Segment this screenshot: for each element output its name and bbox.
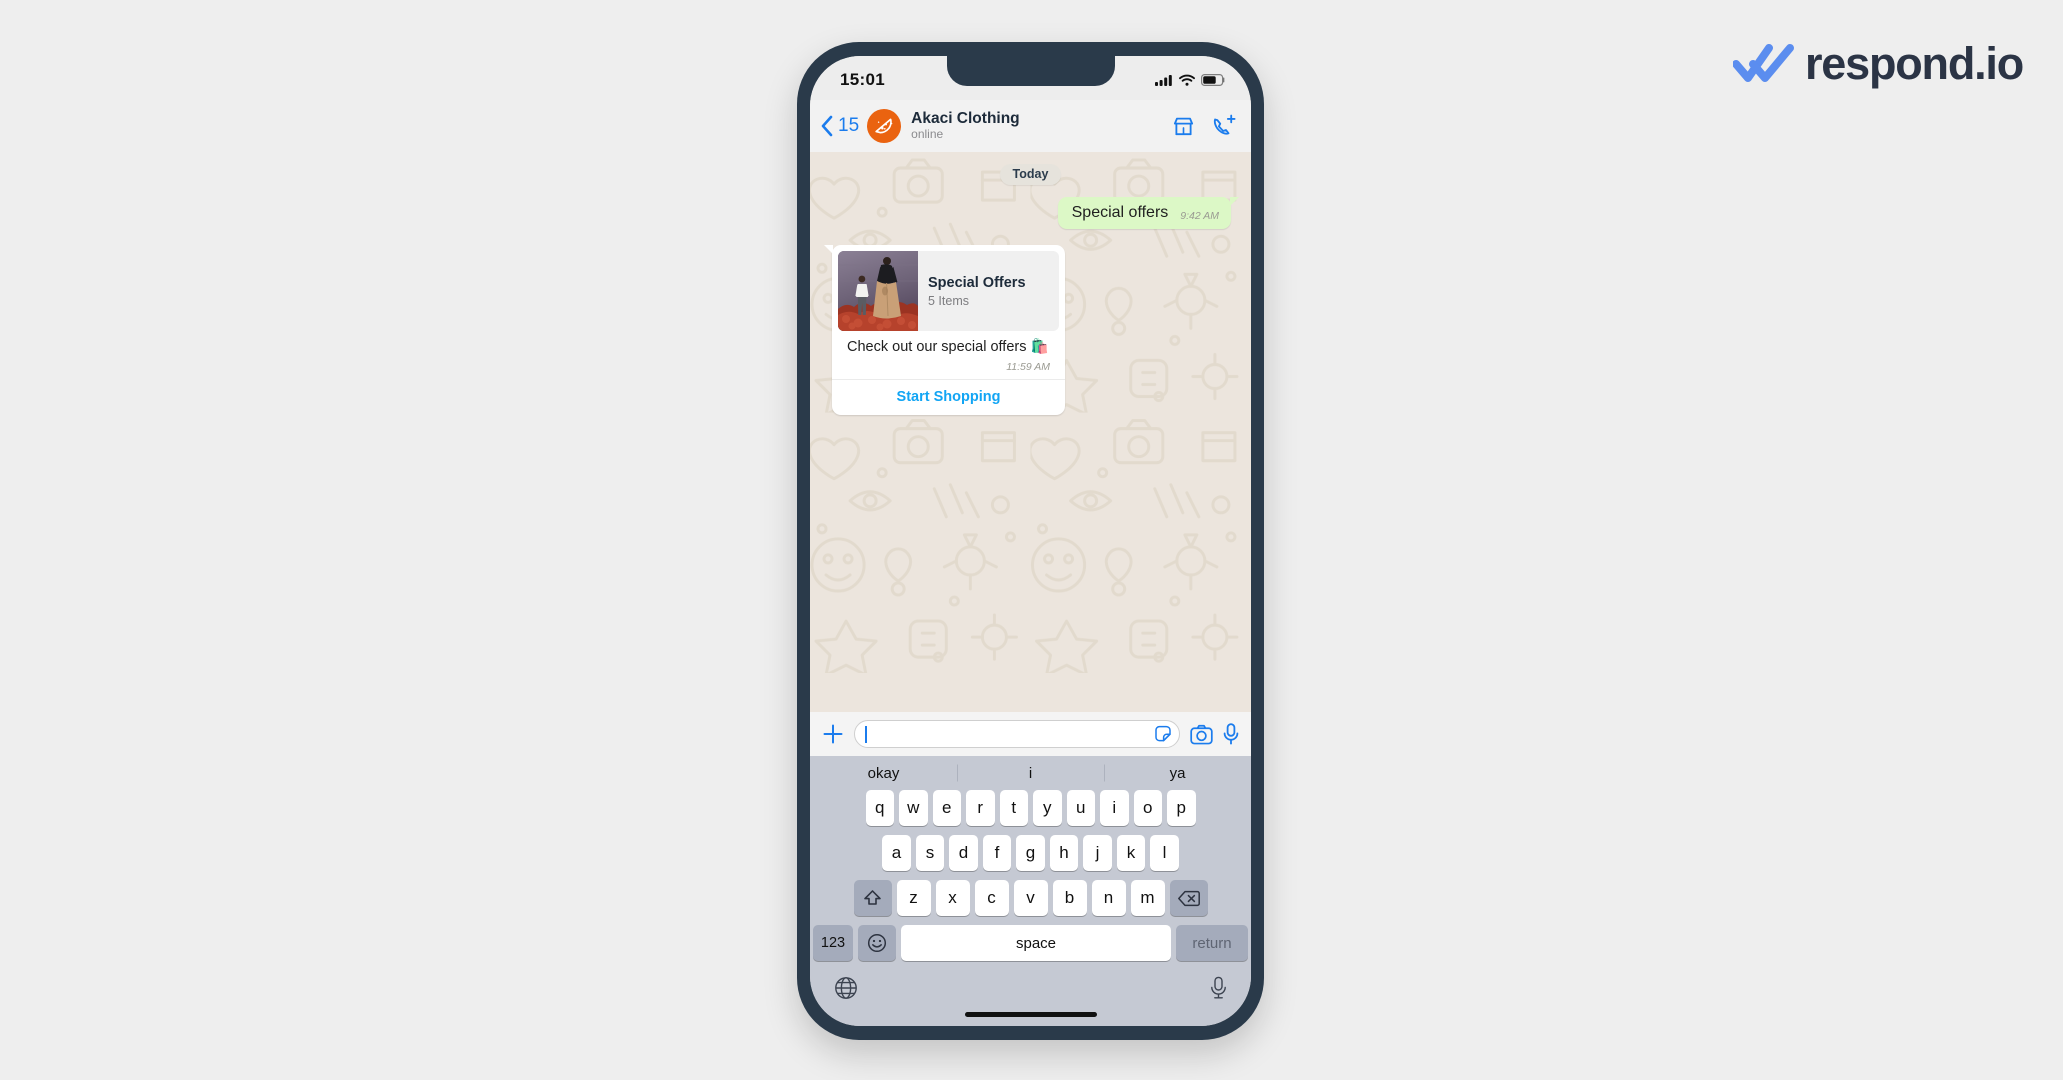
incoming-message-row: Special Offers 5 Items Check out our spe… <box>822 229 1239 415</box>
phone-notch <box>946 56 1115 86</box>
outgoing-message-bubble[interactable]: Special offers 9:42 AM <box>1057 197 1240 229</box>
key-h[interactable]: h <box>1049 835 1079 871</box>
catalog-card-body: Special Offers 5 Items Check out our spe… <box>832 245 1065 379</box>
key-t[interactable]: t <box>999 790 1028 826</box>
catalog-message-time: 11:59 AM <box>1006 360 1050 373</box>
suggestion-1[interactable]: okay <box>810 765 957 782</box>
catalog-time-row: 11:59 AM <box>838 361 1059 379</box>
catalog-meta: Special Offers 5 Items <box>918 251 1059 331</box>
fashion-models-photo <box>838 251 918 331</box>
unread-count: 15 <box>838 115 860 136</box>
catalog-caption-row: Check out our special offers 🛍️ <box>838 331 1059 361</box>
catalog-item-count: 5 Items <box>928 294 969 309</box>
brand-name: respond.io <box>1804 37 2024 89</box>
header-actions <box>1171 113 1237 139</box>
plus-icon[interactable] <box>822 723 844 745</box>
catalog-message-card[interactable]: Special Offers 5 Items Check out our spe… <box>824 245 1065 415</box>
text-cursor <box>865 725 867 743</box>
home-indicator <box>964 1012 1097 1017</box>
battery-icon <box>1201 74 1225 86</box>
emoji-key[interactable] <box>858 925 896 961</box>
back-button[interactable]: 15 <box>820 114 859 138</box>
emoji-smiley-icon <box>867 933 887 953</box>
key-u[interactable]: u <box>1066 790 1095 826</box>
respond-io-logo: respond.io <box>1732 37 2024 89</box>
key-j[interactable]: j <box>1083 835 1112 871</box>
catalog-preview[interactable]: Special Offers 5 Items <box>838 251 1059 331</box>
message-input-field[interactable] <box>854 720 1180 748</box>
phone-device-frame: 15:01 15 Akaci Clothing online Today Spe… <box>797 42 1264 1040</box>
status-bar-time: 15:01 <box>840 70 885 89</box>
key-b[interactable]: b <box>1052 880 1087 916</box>
key-x[interactable]: x <box>935 880 970 916</box>
keyboard-suggestion-bar: okay i ya <box>810 756 1251 790</box>
key-e[interactable]: e <box>932 790 961 826</box>
key-o[interactable]: o <box>1133 790 1162 826</box>
status-bar-icons <box>1155 74 1225 86</box>
key-w[interactable]: w <box>899 790 928 826</box>
outgoing-message-text: Special offers <box>1071 204 1169 221</box>
contact-status: online <box>911 127 944 141</box>
sticker-icon[interactable] <box>1153 724 1173 744</box>
contact-info[interactable]: Akaci Clothing online <box>911 110 1171 142</box>
key-m[interactable]: m <box>1130 880 1165 916</box>
key-r[interactable]: r <box>966 790 995 826</box>
start-shopping-button[interactable]: Start Shopping <box>832 378 1065 415</box>
outgoing-message-row: Special offers 9:42 AM <box>822 197 1240 229</box>
chat-header: 15 Akaci Clothing online <box>810 100 1251 152</box>
phone-add-icon[interactable] <box>1210 113 1237 139</box>
catalog-thumbnail <box>838 251 918 331</box>
pizza-slice-icon <box>875 118 893 134</box>
key-s[interactable]: s <box>915 835 945 871</box>
key-i[interactable]: i <box>1100 790 1129 826</box>
key-d[interactable]: d <box>949 835 978 871</box>
contact-name: Akaci Clothing <box>911 110 1020 128</box>
shift-up-icon <box>864 890 881 905</box>
message-input-bar <box>810 712 1251 756</box>
keyboard-row-3: z x c v b n m <box>810 880 1251 916</box>
catalog-caption: Check out our special offers 🛍️ <box>847 339 1049 355</box>
key-g[interactable]: g <box>1016 835 1045 871</box>
avatar[interactable] <box>867 109 902 143</box>
keyboard-row-2: a s d f g h j k l <box>810 835 1251 871</box>
return-key[interactable]: return <box>1176 925 1248 961</box>
wifi-icon <box>1179 74 1195 86</box>
key-v[interactable]: v <box>1013 880 1048 916</box>
key-c[interactable]: c <box>974 880 1009 916</box>
space-key[interactable]: space <box>901 925 1171 961</box>
key-q[interactable]: q <box>865 790 894 826</box>
date-separator-row: Today <box>822 164 1239 185</box>
microphone-icon[interactable] <box>1223 723 1239 745</box>
keyboard-row-1: q w e r t y u i o p <box>810 790 1251 826</box>
backspace-icon <box>1177 890 1200 906</box>
globe-icon[interactable] <box>834 976 858 1000</box>
chat-message-list[interactable]: Today Special offers 9:42 AM Special Off… <box>810 152 1251 712</box>
key-k[interactable]: k <box>1116 835 1146 871</box>
date-separator-pill: Today <box>999 164 1062 185</box>
suggestion-3[interactable]: ya <box>1104 765 1251 782</box>
key-z[interactable]: z <box>896 880 931 916</box>
messages-container: Today Special offers 9:42 AM Special Off… <box>822 164 1240 415</box>
dictation-microphone-icon[interactable] <box>1210 976 1227 1000</box>
numbers-key[interactable]: 123 <box>813 925 853 961</box>
shift-key[interactable] <box>853 880 892 916</box>
catalog-title: Special Offers <box>928 274 1026 291</box>
storefront-icon[interactable] <box>1171 114 1196 139</box>
key-n[interactable]: n <box>1091 880 1126 916</box>
backspace-key[interactable] <box>1169 880 1208 916</box>
key-y[interactable]: y <box>1033 790 1062 826</box>
phone-screen: 15:01 15 Akaci Clothing online Today Spe… <box>810 56 1251 1026</box>
suggestion-2[interactable]: i <box>957 765 1104 782</box>
camera-icon[interactable] <box>1190 724 1213 745</box>
key-p[interactable]: p <box>1167 790 1196 826</box>
cellular-signal-icon <box>1155 75 1172 86</box>
key-f[interactable]: f <box>982 835 1012 871</box>
keyboard-row-4: 123 space return <box>810 925 1251 961</box>
double-check-icon <box>1732 44 1794 82</box>
on-screen-keyboard: okay i ya q w e r t y u i o p a s d f g … <box>810 756 1251 1026</box>
chevron-left-icon <box>821 115 833 137</box>
outgoing-message-time: 9:42 AM <box>1180 210 1219 222</box>
key-a[interactable]: a <box>882 835 911 871</box>
key-l[interactable]: l <box>1150 835 1179 871</box>
